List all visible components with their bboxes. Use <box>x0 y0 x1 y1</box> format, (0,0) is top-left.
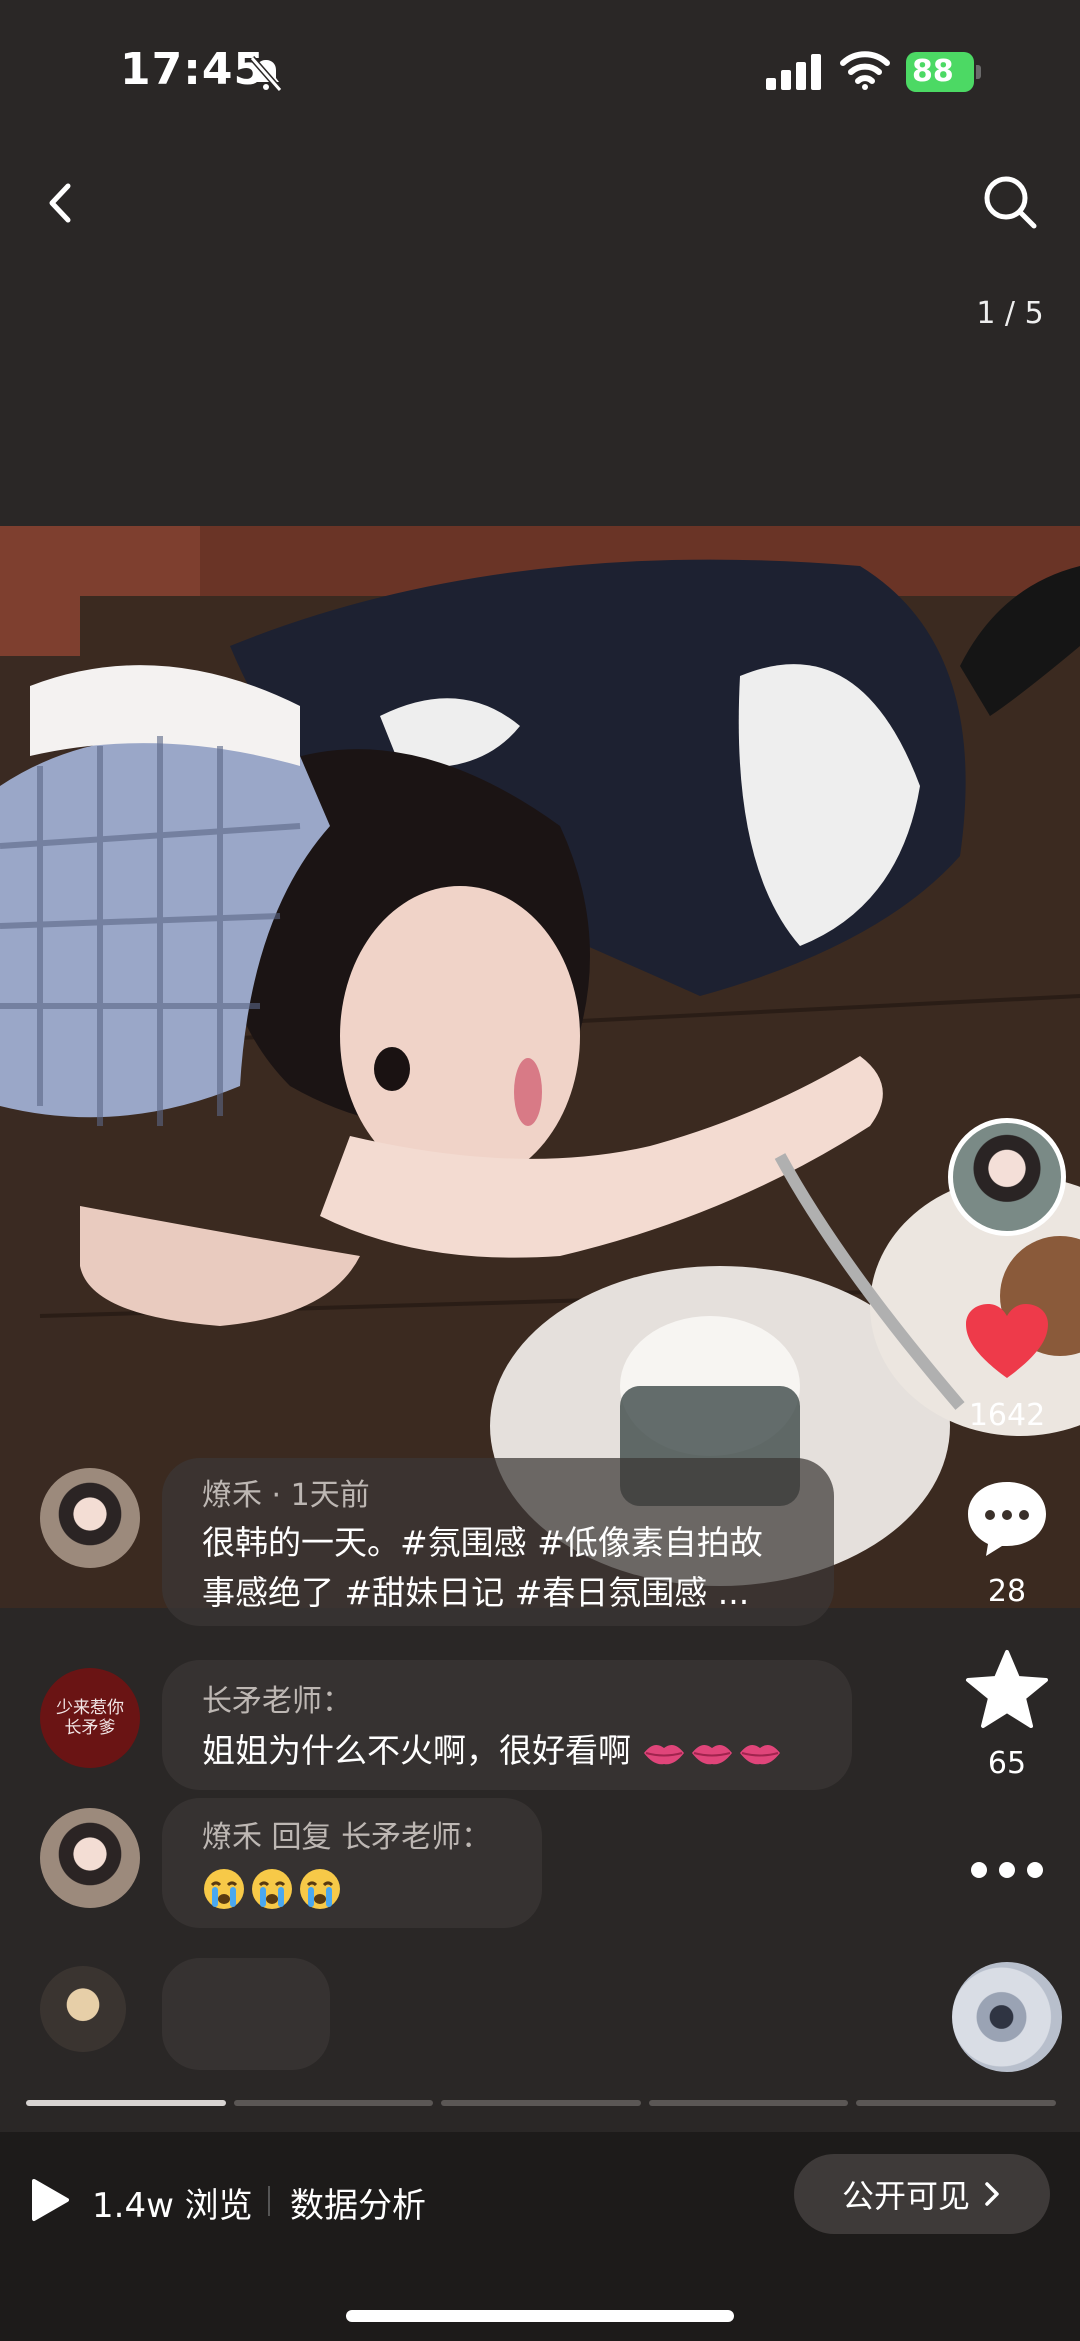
clock: 17:45 <box>120 44 266 95</box>
kiss-lips-icon <box>739 1744 780 1764</box>
status-bar: 17:45 88 <box>0 0 1080 140</box>
wifi-icon <box>840 51 890 90</box>
commenter-avatar[interactable]: 少来惹你 长矛爹 <box>40 1668 140 1768</box>
post-author-avatar[interactable] <box>40 1468 140 1568</box>
data-analysis-link[interactable]: 数据分析 <box>290 2178 426 2227</box>
battery-level: 88 <box>912 54 954 89</box>
comment-icon[interactable] <box>964 1478 1050 1558</box>
post-photo[interactable] <box>0 526 1080 1608</box>
star-icon[interactable] <box>964 1648 1050 1730</box>
signal-icon <box>766 54 821 90</box>
progress-segment <box>233 2100 434 2106</box>
favorite-count: 65 <box>987 1746 1027 1781</box>
progress-segment <box>648 2100 849 2106</box>
comment-count: 28 <box>987 1574 1027 1609</box>
comment-text-row: 姐姐为什么不火啊，很好看啊 <box>202 1726 786 1776</box>
comment-input[interactable] <box>162 1958 330 2070</box>
kiss-lips-icon <box>643 1744 684 1764</box>
battery-indicator: 88 <box>906 52 982 92</box>
crying-face-icon <box>300 1868 340 1909</box>
divider <box>268 2186 270 2216</box>
avatar-text: 长矛爹 <box>64 1718 116 1738</box>
author-avatar[interactable] <box>948 1118 1066 1236</box>
bell-off-icon <box>249 56 283 92</box>
my-avatar[interactable] <box>40 1966 126 2052</box>
comment-text: 姐姐为什么不火啊，很好看啊 <box>202 1731 631 1770</box>
reply-author-avatar[interactable] <box>40 1808 140 1908</box>
progress-segment <box>26 2100 226 2106</box>
visibility-label: 公开可见 <box>841 2177 970 2215</box>
like-count: 1642 <box>968 1398 1046 1433</box>
comment-author: 长矛老师： <box>202 1684 352 1719</box>
heart-icon[interactable] <box>964 1302 1050 1382</box>
image-page-counter: 1 / 5 <box>976 296 1044 331</box>
crying-face-icon <box>252 1868 292 1909</box>
search-icon[interactable] <box>976 168 1046 238</box>
visibility-button[interactable]: 公开可见 <box>794 2154 1050 2234</box>
progress-segment <box>856 2100 1056 2106</box>
kiss-lips-icon <box>691 1744 732 1764</box>
avatar-text: 少来惹你 <box>56 1698 124 1718</box>
crying-face-icon <box>204 1868 244 1909</box>
home-indicator <box>346 2310 734 2322</box>
photo-illustration <box>0 526 1080 1608</box>
progress-segment <box>441 2100 641 2106</box>
more-icon[interactable] <box>964 1852 1050 1888</box>
play-icon <box>32 2179 69 2221</box>
reply-emoji-row <box>202 1862 346 1912</box>
post-caption-line-2: 事感绝了 #甜妹日记 #春日氛围感 ... <box>202 1573 750 1612</box>
post-caption-line-1: 很韩的一天。#氛围感 #低像素自拍故 <box>202 1523 763 1562</box>
chevron-right-icon <box>985 2182 999 2206</box>
back-icon[interactable] <box>30 168 90 238</box>
view-count: 1.4w 浏览 <box>92 2186 253 2226</box>
reply-author: 燎禾 回复 长矛老师： <box>202 1820 492 1855</box>
image-progress <box>26 2100 1056 2106</box>
post-author-meta: 燎禾 · 1天前 <box>202 1478 370 1513</box>
music-disk-avatar[interactable] <box>952 1962 1062 2072</box>
